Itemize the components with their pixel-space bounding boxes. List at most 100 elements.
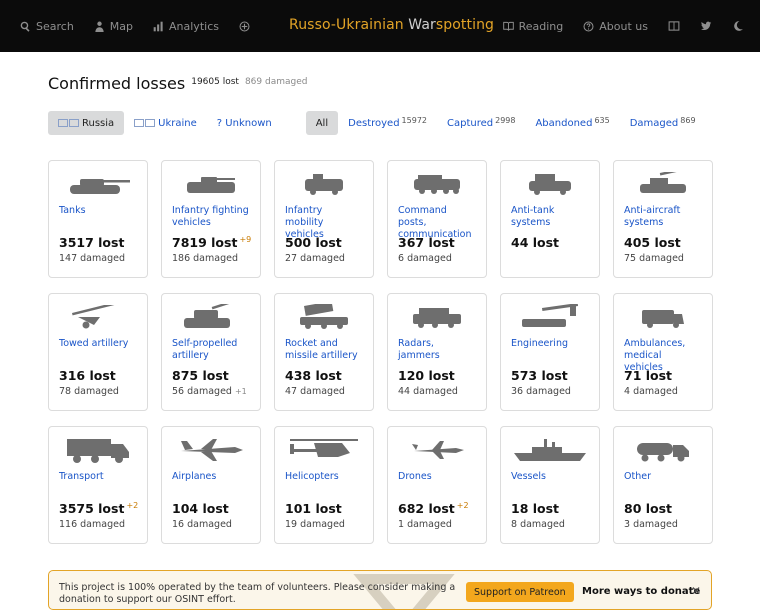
category-card[interactable]: Engineering 573 lost 36 damaged <box>500 293 600 411</box>
category-lost: 500 lost <box>285 235 344 250</box>
filter-unknown[interactable]: ? Unknown <box>207 111 282 135</box>
russia-flag-icon <box>58 119 68 127</box>
category-lost-count: 3575 lost <box>59 501 125 516</box>
helicopter-icon <box>285 435 363 465</box>
filter-bar: Russia Ukraine ? Unknown All Destroyed 15… <box>48 111 712 135</box>
category-lost-count: 367 lost <box>398 235 455 250</box>
category-damaged: 27 damaged <box>285 253 348 264</box>
filter-destroyed[interactable]: Destroyed 15972 <box>338 111 437 135</box>
category-card[interactable]: Towed artillery 316 lost 78 damaged <box>48 293 148 411</box>
category-lost: 44 lost <box>511 235 561 250</box>
category-damaged-count: 47 damaged <box>285 386 345 397</box>
filter-damaged[interactable]: Damaged 869 <box>620 111 706 135</box>
category-damaged-count: 44 damaged <box>398 386 458 397</box>
nav-language[interactable] <box>668 20 680 32</box>
category-lost: 80 lost <box>624 501 674 516</box>
imv-icon <box>285 169 363 199</box>
filter-damaged-count: 869 <box>680 115 696 125</box>
category-card[interactable]: Radars, jammers 120 lost 44 damaged <box>387 293 487 411</box>
nav-map[interactable]: Map <box>94 20 133 33</box>
nav-search[interactable]: Search <box>20 20 74 33</box>
book-icon <box>502 21 514 31</box>
nav-twitter[interactable] <box>700 20 712 32</box>
filter-abandoned[interactable]: Abandoned 635 <box>525 111 619 135</box>
category-card[interactable]: Transport 3575 lost +2 116 damaged <box>48 426 148 544</box>
site-brand[interactable]: Russo-Ukrainian Warspotting <box>289 17 494 33</box>
category-damaged-count: 78 damaged <box>59 386 119 397</box>
category-lost: 71 lost <box>624 368 674 383</box>
category-lost: 367 lost <box>398 235 457 250</box>
category-damaged-count: 16 damaged <box>172 519 232 530</box>
category-card[interactable]: Ambulances, medical vehicles 71 lost 4 dam… <box>613 293 713 411</box>
filter-captured[interactable]: Captured 2998 <box>437 111 525 135</box>
more-donate-link[interactable]: More ways to donate <box>582 586 700 597</box>
nav-analytics[interactable]: Analytics <box>153 20 219 33</box>
engineering-icon <box>511 302 589 332</box>
category-lost: 438 lost <box>285 368 344 383</box>
category-damaged-count: 8 damaged <box>511 519 565 530</box>
donation-banner: This project is 100% operated by the tea… <box>48 570 712 610</box>
nav-about[interactable]: About us <box>583 20 648 33</box>
category-lost-count: 405 lost <box>624 235 681 250</box>
nav-reading-label: Reading <box>518 19 564 33</box>
nav-add[interactable] <box>239 21 250 32</box>
category-damaged: 78 damaged <box>59 386 122 397</box>
category-damaged-count: 3 damaged <box>624 519 678 530</box>
soldier-icon <box>95 21 104 32</box>
category-damaged-count: 1 damaged <box>398 519 452 530</box>
category-card[interactable]: Self-propelled artillery 875 lost 56 damag… <box>161 293 261 411</box>
twitter-icon <box>700 21 712 31</box>
category-lost-count: 682 lost <box>398 501 455 516</box>
category-lost-count: 500 lost <box>285 235 342 250</box>
category-card[interactable]: Anti-tank systems 44 lost <box>500 160 600 278</box>
filter-all-label: All <box>315 117 329 129</box>
rocket-artillery-icon <box>285 302 363 332</box>
category-lost: 405 lost <box>624 235 683 250</box>
category-damaged-count: 75 damaged <box>624 253 684 264</box>
nav-reading[interactable]: Reading <box>502 19 564 33</box>
filter-russia[interactable]: Russia <box>48 111 125 135</box>
category-card[interactable]: Vessels 18 lost 8 damaged <box>500 426 600 544</box>
category-card[interactable]: Rocket and missile artillery 438 lost 47 d… <box>274 293 374 411</box>
category-card[interactable]: Infantry mobility vehicles 500 lost 27 dam… <box>274 160 374 278</box>
category-card[interactable]: Anti-aircraft systems 405 lost 75 damaged <box>613 160 713 278</box>
category-card[interactable]: Airplanes 104 lost 16 damaged <box>161 426 261 544</box>
category-lost-count: 104 lost <box>172 501 229 516</box>
total-damaged: 869 damaged <box>244 77 308 87</box>
towed-artillery-icon <box>59 302 137 332</box>
category-card[interactable]: Helicopters 101 lost 19 damaged <box>274 426 374 544</box>
filter-abandoned-label: Abandoned <box>535 117 593 129</box>
category-card[interactable]: Drones 682 lost +2 1 damaged <box>387 426 487 544</box>
category-damaged-count: 56 damaged <box>172 386 232 397</box>
category-lost: 682 lost +2 <box>398 501 469 516</box>
filter-all[interactable]: All <box>305 111 339 135</box>
nav-map-label: Map <box>109 19 134 33</box>
category-card[interactable]: Infantry fighting vehicles 7819 lost +9 186… <box>161 160 261 278</box>
category-damaged-count: 186 damaged <box>172 253 238 264</box>
filter-russia-label: Russia <box>82 117 115 129</box>
patreon-button[interactable]: Support on Patreon <box>466 582 574 602</box>
filter-destroyed-label: Destroyed <box>348 117 400 129</box>
category-lost: 120 lost <box>398 368 457 383</box>
category-lost-count: 573 lost <box>511 368 568 383</box>
truck-icon <box>59 435 137 465</box>
nav-theme[interactable] <box>732 20 744 32</box>
ukraine-flag-icon <box>145 119 156 127</box>
category-damaged: 1 damaged <box>398 519 455 530</box>
airplane-icon <box>172 435 250 465</box>
filter-abandoned-count: 635 <box>594 115 610 125</box>
drone-icon <box>398 435 476 465</box>
category-lost: 573 lost <box>511 368 570 383</box>
filter-ukraine[interactable]: Ukraine <box>124 111 207 135</box>
category-damaged: 8 damaged <box>511 519 568 530</box>
category-damaged: 44 damaged <box>398 386 461 397</box>
category-card[interactable]: Command posts, communication 367 lost 6 da… <box>387 160 487 278</box>
category-card[interactable]: Other 80 lost 3 damaged <box>613 426 713 544</box>
nav-about-label: About us <box>599 19 648 33</box>
category-lost-count: 80 lost <box>624 501 673 516</box>
category-damaged-count: 36 damaged <box>511 386 571 397</box>
category-card[interactable]: Tanks 3517 lost 147 damaged <box>48 160 148 278</box>
ukraine-flag-icon <box>134 119 145 127</box>
category-damaged-count: 27 damaged <box>285 253 345 264</box>
close-icon[interactable]: ✕ <box>691 584 701 598</box>
